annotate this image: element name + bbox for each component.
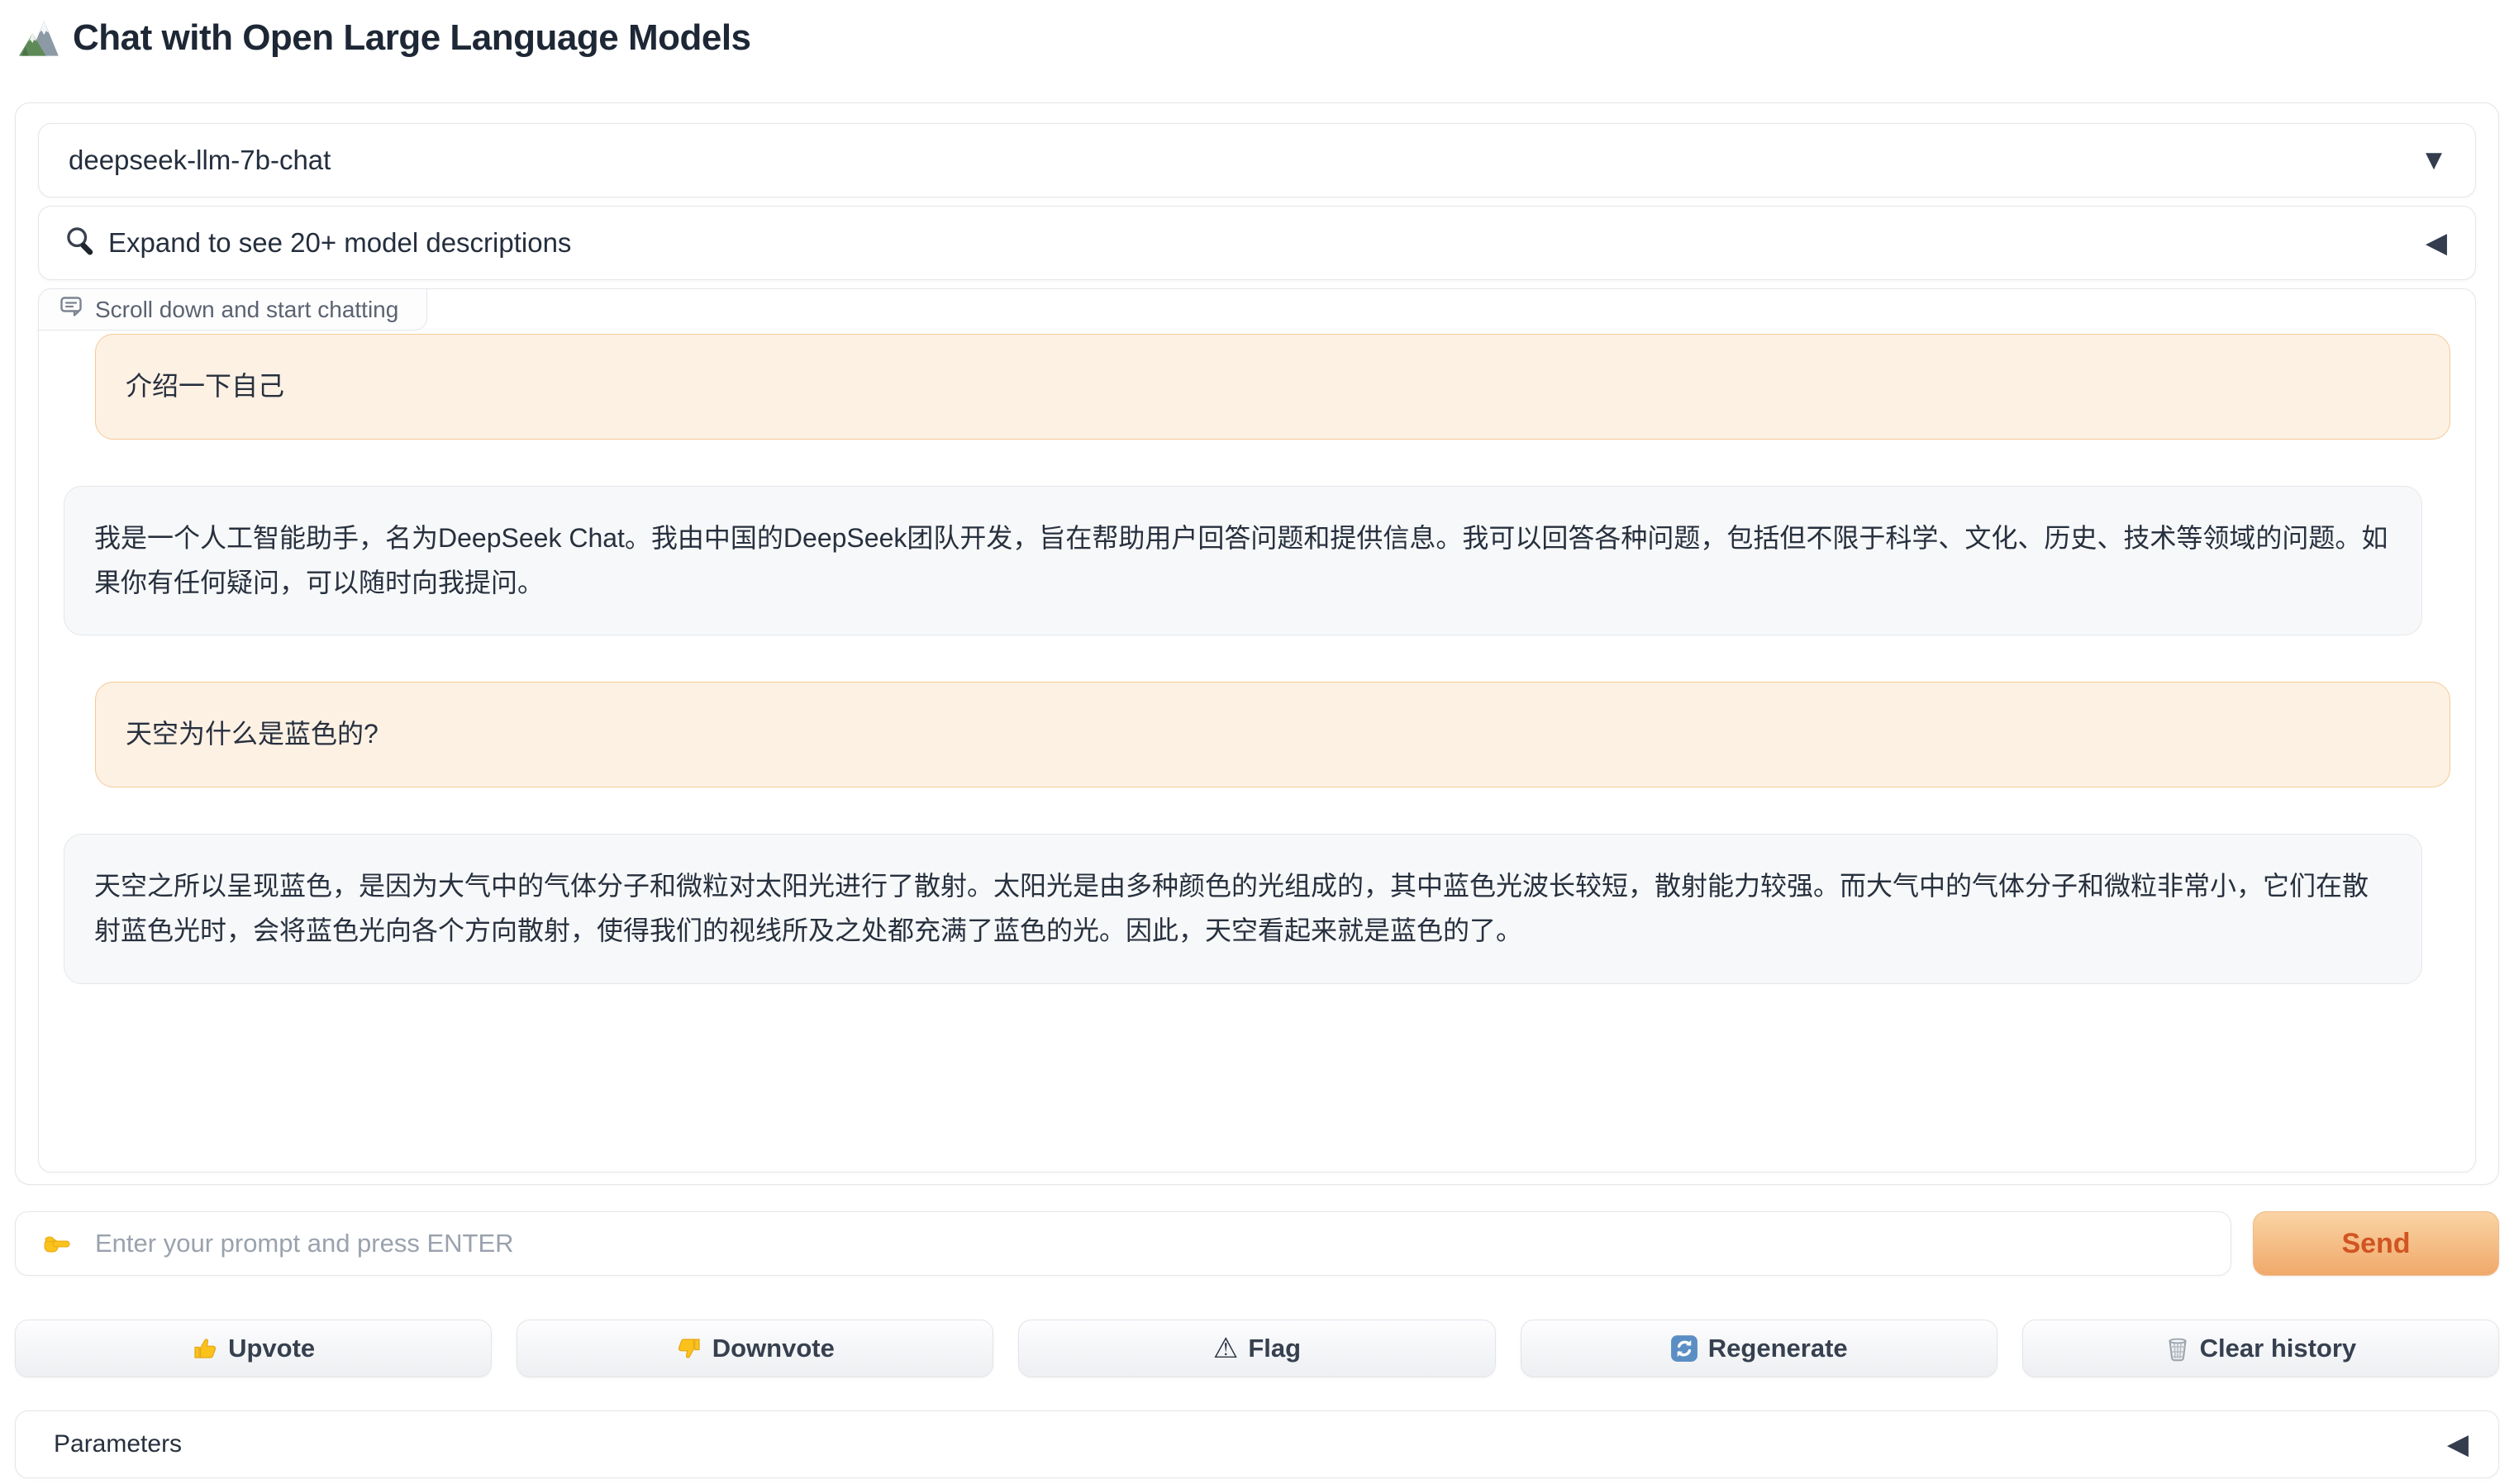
accordion-collapse-icon: ◀	[2426, 229, 2447, 257]
prompt-input[interactable]	[15, 1211, 2231, 1276]
action-button-label: Clear history	[2200, 1334, 2357, 1363]
regenerate-button[interactable]: Regenerate	[1521, 1320, 1997, 1377]
user-message: 天空为什么是蓝色的?	[95, 682, 2450, 787]
magnifier-icon	[64, 224, 95, 262]
upvote-button[interactable]: Upvote	[15, 1320, 492, 1377]
page-title: Chat with Open Large Language Models	[73, 17, 751, 59]
accordion-collapse-icon: ◀	[2447, 1430, 2469, 1458]
chatbot-label: Scroll down and start chatting	[39, 289, 427, 331]
mountain-icon	[18, 17, 61, 59]
model-descriptions-label: Expand to see 20+ model descriptions	[108, 227, 571, 259]
model-dropdown[interactable]: deepseek-llm-7b-chat ▼	[38, 123, 2476, 197]
parameters-label: Parameters	[54, 1430, 2447, 1458]
chat-bubble-icon	[59, 294, 83, 325]
bot-message: 天空之所以呈现蓝色，是因为大气中的气体分子和微粒对太阳光进行了散射。太阳光是由多…	[64, 834, 2422, 984]
prompt-row: Send	[15, 1211, 2499, 1276]
action-button-label: Downvote	[712, 1334, 835, 1363]
prompt-box	[15, 1211, 2231, 1276]
action-button-label: Regenerate	[1708, 1334, 1848, 1363]
thumbs-down-icon	[676, 1335, 702, 1362]
model-descriptions-accordion[interactable]: Expand to see 20+ model descriptions ◀	[38, 206, 2476, 280]
downvote-button[interactable]: Downvote	[517, 1320, 993, 1377]
actions-row: Upvote Downvote ⚠ Flag Regenerate Clear histo…	[15, 1320, 2499, 1377]
chevron-down-icon: ▼	[2426, 150, 2442, 171]
bot-message: 我是一个人工智能助手，名为DeepSeek Chat。我由中国的DeepSeek…	[64, 486, 2422, 636]
user-message: 介绍一下自己	[95, 334, 2450, 440]
send-button[interactable]: Send	[2253, 1211, 2499, 1276]
action-button-label: Upvote	[228, 1334, 315, 1363]
parameters-accordion[interactable]: Parameters ◀	[15, 1410, 2499, 1478]
main-panel: deepseek-llm-7b-chat ▼ Expand to see 20+…	[15, 102, 2499, 1185]
warning-icon: ⚠	[1213, 1332, 1238, 1365]
action-button-label: Flag	[1248, 1334, 1301, 1363]
chatbot-panel[interactable]: Scroll down and start chatting 介绍一下自己我是一…	[38, 288, 2476, 1172]
chatbot-label-text: Scroll down and start chatting	[95, 297, 398, 323]
thumbs-up-icon	[192, 1335, 218, 1362]
chat-messages: 介绍一下自己我是一个人工智能助手，名为DeepSeek Chat。我由中国的De…	[39, 289, 2475, 1055]
flag-button[interactable]: ⚠ Flag	[1018, 1320, 1495, 1377]
page-header: Chat with Open Large Language Models	[18, 12, 2514, 64]
model-dropdown-value: deepseek-llm-7b-chat	[69, 145, 2426, 176]
trash-icon	[2165, 1335, 2190, 1362]
regenerate-icon	[1670, 1334, 1698, 1363]
clear-history-button[interactable]: Clear history	[2022, 1320, 2499, 1377]
